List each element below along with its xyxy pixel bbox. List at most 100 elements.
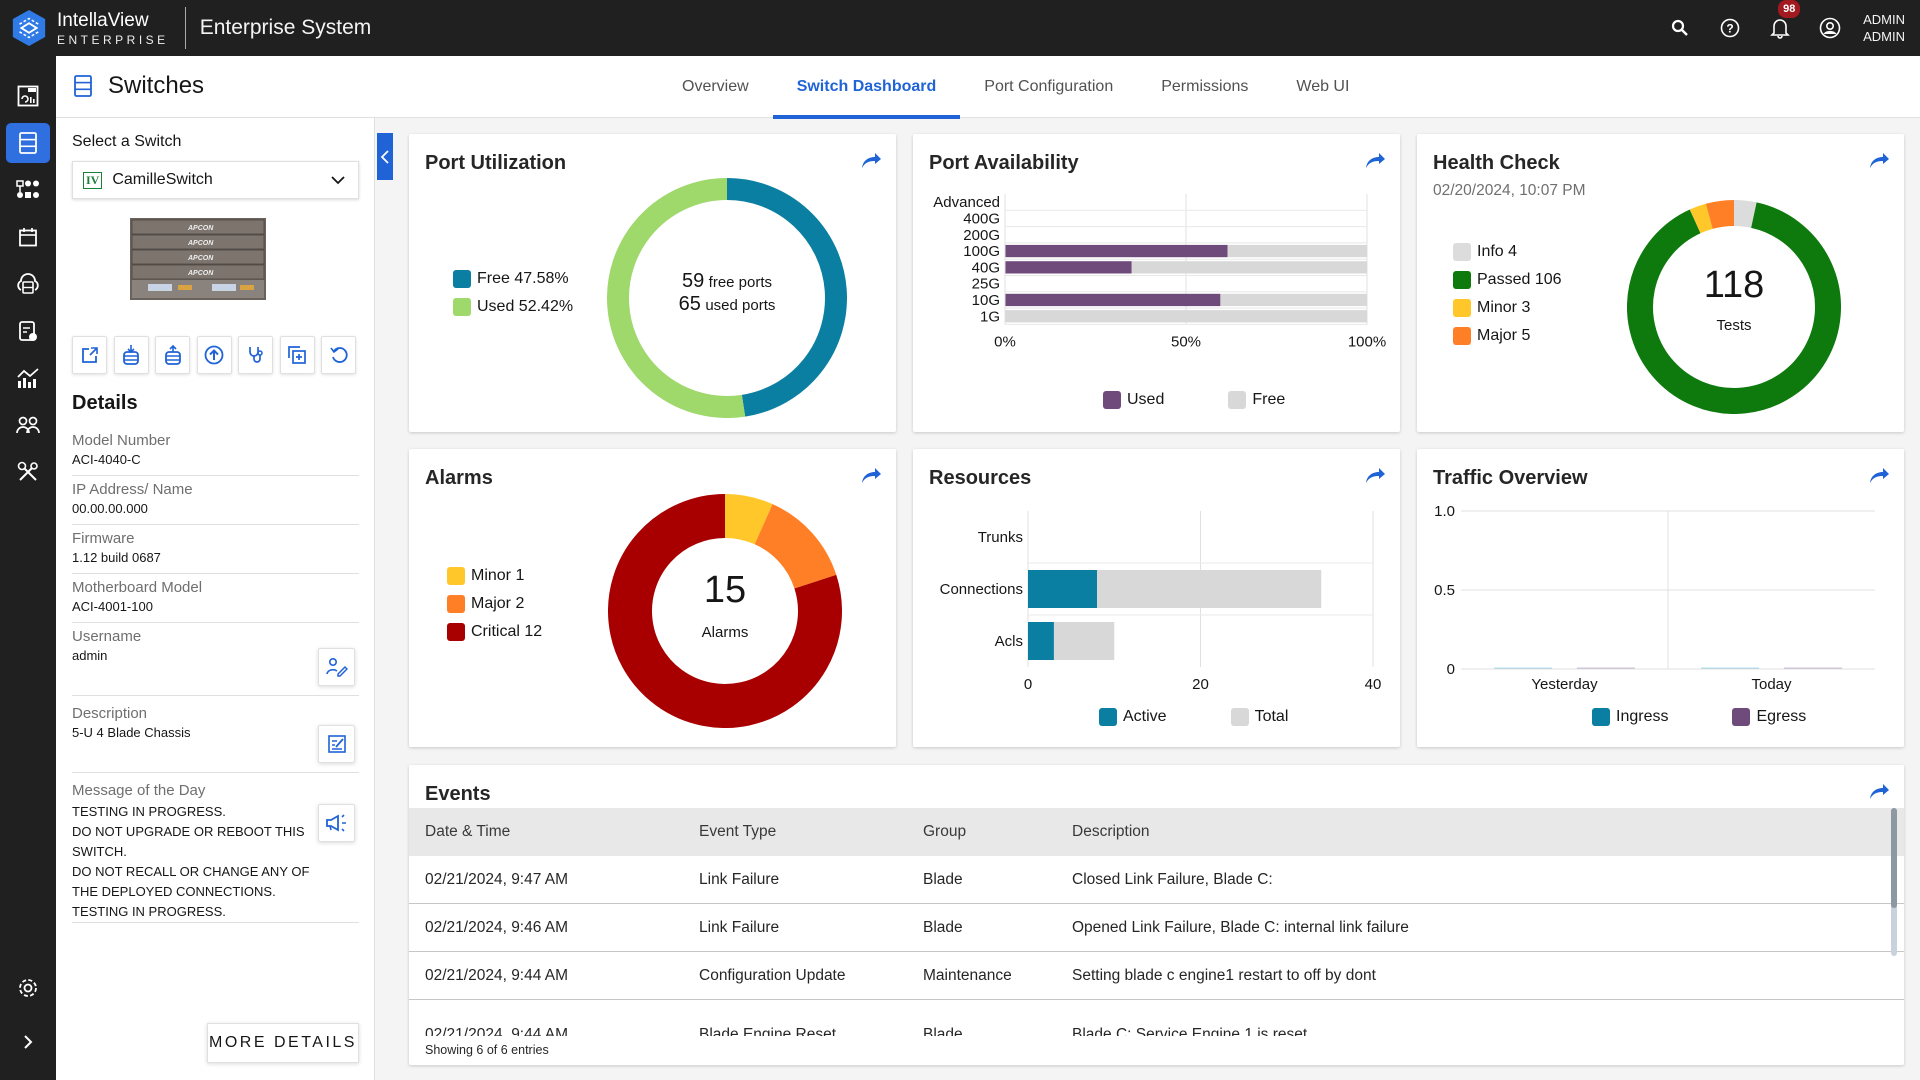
col-date-time[interactable]: Date & Time (409, 823, 699, 841)
upgrade-button[interactable] (196, 336, 232, 374)
search-icon[interactable] (1668, 16, 1692, 40)
edit-description-button[interactable] (318, 725, 355, 763)
app-logo[interactable]: IntellaView ENTERPRISE (10, 9, 169, 47)
field-value: 00.00.00.000 (72, 501, 148, 516)
share-arrow-icon (862, 153, 881, 168)
legend-swatch (447, 623, 465, 641)
bar-egress[interactable] (1576, 667, 1635, 670)
open-external-icon (81, 347, 98, 363)
sidenav-calendar[interactable] (6, 217, 50, 257)
legend-label: Major 5 (1477, 327, 1531, 344)
notification-icon[interactable]: 98 (1768, 0, 1801, 40)
donut-slice-minor[interactable] (724, 494, 773, 545)
share-icon[interactable] (1364, 467, 1386, 490)
donut-slice-minor[interactable] (1689, 203, 1713, 234)
legend-label: Egress (1756, 708, 1807, 725)
legend-swatch (1228, 391, 1247, 409)
help-icon[interactable]: ? (1718, 16, 1742, 40)
collapse-panel-button[interactable] (377, 133, 393, 180)
share-icon[interactable] (1868, 467, 1890, 490)
bar-used[interactable] (1005, 261, 1132, 274)
x-tick-label: Yesterday (1531, 676, 1598, 693)
bar-ingress[interactable] (1494, 667, 1553, 670)
legend-swatch (447, 567, 465, 585)
col-group[interactable]: Group (923, 823, 1072, 841)
dashboard-icon (17, 85, 39, 107)
sidenav-users[interactable] (6, 405, 50, 445)
user-name-line2: ADMIN (1863, 29, 1905, 44)
table-row[interactable]: 02/21/2024, 9:47 AM Link Failure Blade Clos… (409, 856, 1904, 904)
duplicate-button[interactable] (279, 336, 315, 374)
sidenav-settings[interactable] (6, 968, 50, 1008)
tab-permissions[interactable]: Permissions (1137, 56, 1272, 118)
diagnostics-button[interactable] (238, 336, 273, 374)
card-title: Port Utilization (425, 152, 567, 174)
sidenav-topology[interactable] (6, 170, 50, 210)
field-label: IP Address/ Name (72, 481, 193, 498)
field-model-number: Model Number ACI-4040-C (72, 432, 359, 476)
switch-select[interactable]: IV CamilleSwitch (72, 161, 359, 199)
tab-switch-dashboard[interactable]: Switch Dashboard (772, 56, 961, 119)
user-avatar-icon[interactable] (1818, 16, 1842, 40)
reset-icon (329, 347, 348, 363)
sidenav-tools[interactable] (6, 452, 50, 492)
database-download-button[interactable] (113, 336, 149, 374)
cell-date: 02/21/2024, 9:46 AM (425, 918, 569, 936)
tab-web-ui[interactable]: Web UI (1272, 56, 1373, 118)
col-event-type[interactable]: Event Type (699, 823, 923, 841)
select-switch-label: Select a Switch (72, 133, 182, 150)
scrollbar-thumb[interactable] (1891, 808, 1897, 908)
share-arrow-icon (1366, 468, 1385, 483)
legend-item-passed: Passed 106 (1453, 266, 1562, 294)
col-description[interactable]: Description (1072, 823, 1904, 841)
bar-used[interactable] (1005, 244, 1228, 258)
alarms-label: Alarms (701, 624, 749, 641)
bar-active[interactable] (1028, 622, 1054, 660)
bar-egress[interactable] (1783, 667, 1842, 670)
legend-label: Free 47.58% (477, 270, 569, 287)
open-external-button[interactable] (72, 336, 107, 374)
y-tick-label: 10G (972, 292, 1000, 309)
sidenav-expand[interactable] (6, 1022, 50, 1062)
share-icon[interactable] (860, 467, 882, 490)
edit-motd-button[interactable] (318, 804, 355, 842)
share-icon[interactable] (860, 152, 882, 175)
switches-icon (19, 132, 37, 154)
sidenav-cloud-storage[interactable] (6, 264, 50, 304)
table-row[interactable]: 02/21/2024, 9:44 AM Blade Engine Reset Bla… (409, 1000, 1904, 1036)
more-details-button[interactable]: MORE DETAILS (207, 1023, 359, 1063)
donut-slice-info[interactable] (1733, 200, 1757, 228)
card-traffic-overview: Traffic Overview 0 0.5 1.0 Yesterday Today I… (1417, 449, 1904, 747)
edit-username-button[interactable] (318, 648, 355, 686)
sidenav-switches[interactable] (6, 123, 50, 163)
field-label: Message of the Day (72, 782, 206, 799)
card-title: Port Availability (929, 152, 1079, 174)
sidenav-analytics[interactable] (6, 358, 50, 398)
bar-free[interactable] (1005, 310, 1367, 323)
bar-used[interactable] (1005, 293, 1221, 307)
table-row[interactable]: 02/21/2024, 9:46 AM Link Failure Blade Open… (409, 904, 1904, 952)
share-icon[interactable] (1868, 152, 1890, 175)
table-row[interactable]: 02/21/2024, 9:44 AM Configuration Update M… (409, 952, 1904, 1000)
bar-free[interactable] (1220, 293, 1367, 307)
table-scrollbar[interactable] (1891, 808, 1897, 956)
sidenav-dashboard[interactable] (6, 76, 50, 116)
reset-button[interactable] (321, 336, 356, 374)
bar-ingress[interactable] (1701, 667, 1760, 670)
database-upload-button[interactable] (155, 336, 190, 374)
brand-sub: ENTERPRISE (57, 32, 169, 47)
bar-free[interactable] (1131, 261, 1367, 274)
donut-slice-major[interactable] (1705, 200, 1735, 229)
card-title: Events (425, 783, 491, 805)
divider (184, 7, 186, 49)
user-menu[interactable]: ADMIN ADMIN (1863, 11, 1905, 45)
share-icon[interactable] (1364, 152, 1386, 175)
sidenav-reports[interactable] (6, 311, 50, 351)
share-icon[interactable] (1868, 783, 1890, 806)
legend-item-egress: Egress (1732, 703, 1806, 731)
card-port-utilization: Port Utilization Free 47.58% Used 52.42%… (409, 134, 896, 432)
tab-overview[interactable]: Overview (658, 56, 773, 118)
bar-free[interactable] (1227, 244, 1367, 258)
tab-port-configuration[interactable]: Port Configuration (960, 56, 1137, 118)
bar-active[interactable] (1028, 570, 1097, 608)
